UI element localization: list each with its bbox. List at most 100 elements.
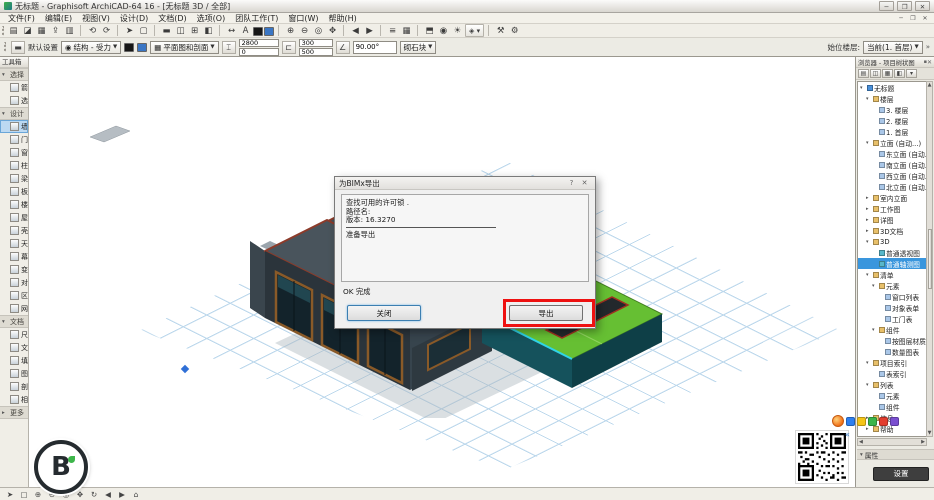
menu-item[interactable]: 编辑(E) — [40, 13, 77, 24]
text-icon[interactable]: A — [239, 25, 252, 37]
game-quick-icon[interactable] — [890, 417, 899, 426]
reference-line-combo[interactable]: 砌石块 ▼ — [400, 41, 437, 54]
separator[interactable] — [417, 25, 422, 36]
publish-icon[interactable]: ⇪ — [49, 25, 62, 37]
save-icon[interactable]: ▦ — [35, 25, 48, 37]
tree-item[interactable]: 2. 楼层 — [858, 115, 926, 126]
tree-item[interactable]: ▾ 项目索引 — [858, 357, 926, 368]
properties-section-header[interactable]: ▾ 属性 — [857, 449, 934, 460]
toolbox-item[interactable]: ▾ 设计 — [0, 107, 28, 120]
tree-item[interactable]: 数量图表 — [858, 346, 926, 357]
separator[interactable] — [380, 25, 385, 36]
tree-item[interactable]: ▸ 工作图 — [858, 203, 926, 214]
wallet-quick-icon[interactable] — [857, 417, 866, 426]
pen-color-chip[interactable] — [124, 43, 134, 52]
expander-icon[interactable]: ▸ — [866, 228, 872, 234]
tool-curtain-wall[interactable]: 幕墙 — [0, 250, 28, 263]
home-view-icon[interactable]: ⌂ — [130, 489, 142, 500]
tool-arrow[interactable]: 箭头 — [0, 81, 28, 94]
plan-display-combo[interactable]: ▦ 平面图和剖面 ▼ — [150, 41, 218, 54]
tool-roof[interactable]: 屋顶 — [0, 211, 28, 224]
tree-item[interactable]: ▾ 立面 (自动...) — [858, 137, 926, 148]
tool-drawing[interactable]: 图形 — [0, 367, 28, 380]
tool-marquee[interactable]: 选取框 — [0, 94, 28, 107]
navigator-header[interactable]: 浏览器 - 项目树状图 ▪ ✕ — [856, 57, 934, 68]
tree-vertical-scrollbar[interactable]: ▲ ▼ — [926, 81, 933, 437]
surface-color-chip[interactable] — [137, 43, 147, 52]
tool-fill[interactable]: 填充 — [0, 354, 28, 367]
object-icon[interactable]: ◧ — [202, 25, 215, 37]
separator[interactable] — [343, 25, 348, 36]
panel-close-icon[interactable]: ✕ — [927, 59, 932, 66]
tool-object[interactable]: 对象 — [0, 276, 28, 289]
tree-item[interactable]: ▾ 3D — [858, 236, 926, 247]
tree-item[interactable]: 元素 — [858, 390, 926, 401]
tree-item[interactable]: ▸ 室内立面 — [858, 192, 926, 203]
separator[interactable] — [154, 25, 159, 36]
close-dialog-button[interactable]: 关闭 — [347, 305, 421, 321]
expander-icon[interactable]: ▸ — [866, 206, 872, 212]
tool-text[interactable]: 文本 — [0, 341, 28, 354]
pan-icon[interactable]: ✥ — [326, 25, 339, 37]
toolbox-item[interactable]: ▾ 文档 — [0, 315, 28, 328]
toolbar-overflow-icon[interactable]: » — [926, 43, 930, 51]
tree-item[interactable]: 东立面 (自动...) — [858, 148, 926, 159]
select-mode-icon[interactable]: ➤ — [4, 489, 16, 500]
wall-structure-combo[interactable]: ◉ 结构 - 受力 ▼ — [61, 41, 121, 54]
menu-item[interactable]: 帮助(H) — [324, 13, 362, 24]
wrench-icon[interactable]: ⚒ — [494, 25, 507, 37]
tool-zone[interactable]: 区域 — [0, 289, 28, 302]
toolbar-grip[interactable] — [2, 26, 6, 36]
toolbox-item[interactable]: ▸ 更多 — [0, 406, 28, 419]
tree-item[interactable]: 南立面 (自动...) — [858, 159, 926, 170]
next-view-icon[interactable]: ▶ — [363, 25, 376, 37]
document-close-button[interactable]: ✕ — [919, 15, 931, 22]
home-story-combo[interactable]: 当前(1. 首层) ▼ — [863, 41, 923, 54]
tree-item[interactable]: 西立面 (自动...) — [858, 170, 926, 181]
wall-thickness-input[interactable] — [299, 39, 333, 47]
toolbar-grip[interactable] — [4, 42, 8, 52]
tool-morph[interactable]: 变形体 — [0, 263, 28, 276]
tree-item[interactable]: 北立面 (自动...) — [858, 181, 926, 192]
gear-icon[interactable]: ⚙ — [508, 25, 521, 37]
cutaway-icon[interactable]: ⬒ — [423, 25, 436, 37]
undo-icon[interactable]: ⟲ — [86, 25, 99, 37]
previous-view-icon[interactable]: ◀ — [349, 25, 362, 37]
dialog-close-icon[interactable]: ✕ — [578, 179, 591, 187]
layout-book-icon[interactable]: ▦ — [882, 69, 893, 78]
expander-icon[interactable]: ▾ — [866, 96, 872, 102]
tree-item[interactable]: ▸ 3D文档 — [858, 225, 926, 236]
menu-item[interactable]: 窗口(W) — [283, 13, 323, 24]
separator[interactable] — [117, 25, 122, 36]
browser-options-icon[interactable]: ▾ — [906, 69, 917, 78]
expander-icon[interactable]: ▾ — [866, 360, 872, 366]
wall-angle-input[interactable] — [353, 41, 397, 54]
dialog-titlebar[interactable]: 为BIMx导出 ? ✕ — [335, 177, 595, 190]
close-button[interactable]: ✕ — [915, 1, 930, 11]
tool-door[interactable]: 门 — [0, 133, 28, 146]
tool-beam[interactable]: 梁 — [0, 172, 28, 185]
window-icon[interactable]: ⊞ — [188, 25, 201, 37]
fill-color-chip[interactable] — [264, 27, 274, 36]
expander-icon[interactable]: ▸ — [866, 195, 872, 201]
camera-icon[interactable]: ◉ — [437, 25, 450, 37]
scroll-left-icon[interactable]: ◀ — [859, 439, 863, 445]
scrollbar-thumb[interactable] — [928, 229, 932, 289]
axonometry-combo[interactable]: ◈ ▾ — [465, 24, 484, 37]
settings-button[interactable]: 设置 — [873, 467, 929, 481]
tool-slab[interactable]: 板 — [0, 185, 28, 198]
tree-item[interactable]: ▾ 列表 — [858, 379, 926, 390]
tree-item[interactable]: 按图层材质列表 — [858, 335, 926, 346]
zoom-in-icon[interactable]: ⊕ — [284, 25, 297, 37]
tree-item[interactable]: ▾ 无标题 — [858, 82, 926, 93]
tree-item[interactable]: 窗口列表 — [858, 291, 926, 302]
tool-skylight[interactable]: 天窗 — [0, 237, 28, 250]
tree-item[interactable]: 组件 — [858, 401, 926, 412]
maximize-button[interactable]: ❐ — [897, 1, 912, 11]
door-icon[interactable]: ◫ — [174, 25, 187, 37]
publisher-set-icon[interactable]: ◧ — [894, 69, 905, 78]
expander-icon[interactable]: ▾ — [872, 327, 878, 333]
menu-item[interactable]: 团队工作(T) — [230, 13, 283, 24]
menu-item[interactable]: 视图(V) — [77, 13, 115, 24]
pan-icon[interactable]: ✥ — [74, 489, 86, 500]
